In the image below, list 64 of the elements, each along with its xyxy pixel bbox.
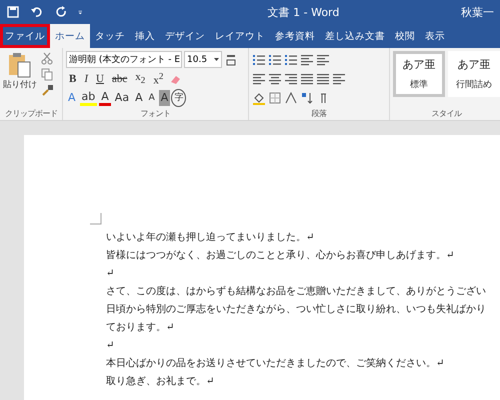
justify-icon[interactable] (300, 72, 314, 86)
font-name-dropdown[interactable]: 游明朝 (本文のフォント - E (66, 51, 182, 68)
font-effect-button[interactable]: A (158, 90, 170, 106)
group-label: フォント (140, 108, 172, 120)
format-button[interactable]: x$^{2}$ (150, 70, 166, 86)
sort-icon[interactable] (300, 90, 314, 104)
format-button[interactable]: x$_{2}$ (132, 70, 148, 86)
scissors-icon[interactable] (40, 51, 54, 65)
ribbon-tab[interactable]: 校閲 (390, 24, 420, 48)
line-spacing-icon[interactable] (332, 72, 346, 86)
user-name: 秋葉一 (461, 4, 494, 20)
paint-bucket-icon[interactable] (252, 90, 266, 104)
document-paragraph: 本日心ばかりの品をお送りさせていただきましたので、ご笑納ください。↵ (106, 356, 446, 371)
document-paragraph: ております。↵ (106, 321, 176, 335)
ribbon-tab[interactable]: タッチ (90, 24, 130, 48)
ribbon-tab[interactable]: 挿入 (130, 24, 160, 48)
ribbon-tab[interactable]: 参考資料 (270, 24, 320, 48)
group-label: クリップボード (4, 108, 58, 120)
ruby-text-icon[interactable] (224, 52, 238, 66)
document-paragraph: 取り急ぎ、お礼まで。↵ (106, 374, 216, 389)
font-effect-button[interactable]: A (146, 90, 157, 106)
document-paragraph: 日頃から特別のご厚志をいただきながら、つい忙しさに取り紛れ、いつも失礼ばかり (106, 302, 487, 317)
copy-icon[interactable] (40, 67, 54, 81)
style-gallery-item[interactable]: あア亜 行間詰め (448, 51, 500, 97)
paintbrush-icon[interactable] (40, 83, 54, 97)
font-effect-button[interactable]: A (133, 90, 145, 106)
ribbon-tab[interactable]: ホーム (50, 24, 90, 48)
format-button[interactable]: abc (108, 70, 130, 86)
ribbon-tab[interactable]: ファイル (0, 24, 50, 48)
align-left-icon[interactable] (252, 72, 266, 86)
ribbon-tab[interactable]: 差し込み文書 (320, 24, 390, 48)
group-label: 段落 (310, 108, 328, 120)
window-title: 文書 1 - Word (266, 4, 340, 20)
font-effect-button[interactable]: Aa (112, 90, 132, 106)
distribute-icon[interactable] (316, 72, 330, 86)
align-center-icon[interactable] (268, 72, 282, 86)
save-icon[interactable] (6, 5, 20, 19)
document-paragraph: ↵ (106, 339, 116, 353)
redo-icon[interactable] (54, 5, 68, 19)
bullet-list-icon[interactable] (252, 52, 266, 66)
ribbon-tab[interactable]: デザイン (160, 24, 210, 48)
format-button[interactable]: U (93, 70, 107, 86)
align-right-icon[interactable] (284, 72, 298, 86)
font-effect-button[interactable]: A (99, 90, 111, 106)
margin-corner-mark (90, 213, 102, 225)
font-effect-button[interactable]: A (66, 90, 78, 106)
document-paragraph: いよいよ年の瀬も押し迫ってまいりました。↵ (106, 230, 316, 245)
font-size-dropdown[interactable]: 10.5 (184, 51, 222, 68)
clipboard-icon (7, 51, 33, 79)
document-paragraph: ↵ (106, 267, 116, 281)
format-button[interactable]: I (81, 70, 92, 86)
paste-button[interactable]: 貼り付け (3, 51, 37, 107)
font-effect-button[interactable]: ab (80, 90, 98, 106)
style-gallery-item[interactable]: あア亜 標準 (393, 51, 446, 97)
document-paragraph: さて、この度は、はからずも結構なお品をご恵贈いただきまして、ありがとうござい (106, 284, 487, 299)
group-label: スタイル (430, 108, 463, 120)
undo-icon[interactable] (30, 5, 44, 19)
ribbon-tab[interactable]: 表示 (420, 24, 450, 48)
caret-icon (214, 58, 219, 62)
ribbon-tab[interactable]: レイアウト (210, 24, 270, 48)
borders-icon[interactable] (268, 90, 282, 104)
format-button[interactable]: B (66, 70, 80, 86)
font-effect-button[interactable]: 字 (172, 90, 186, 106)
document-paragraph: 皆様にはつつがなく、お過ごしのことと承り、心からお喜び申しあげます。↵ (106, 248, 456, 263)
